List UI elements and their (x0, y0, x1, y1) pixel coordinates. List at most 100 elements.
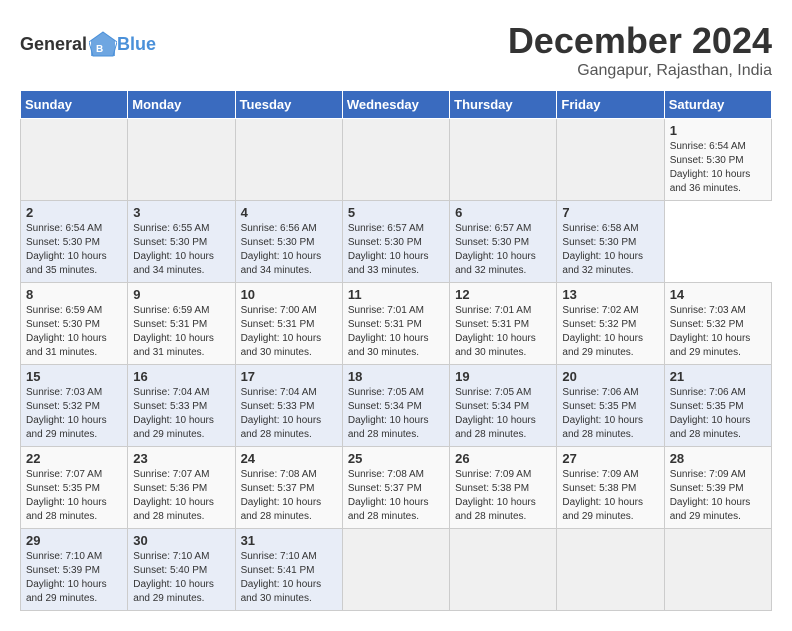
calendar-week-row: 29Sunrise: 7:10 AMSunset: 5:39 PMDayligh… (21, 529, 772, 611)
calendar-day-cell: 27 Sunrise: 7:09 AMSunset: 5:38 PMDayligh… (557, 447, 664, 529)
location: Gangapur, Rajasthan, India (508, 62, 772, 80)
calendar-day-cell: 17Sunrise: 7:04 AMSunset: 5:33 PMDayligh… (235, 365, 342, 447)
day-info: Sunrise: 7:03 AMSunset: 5:32 PMDaylight:… (670, 305, 751, 358)
day-number: 29 (26, 533, 122, 548)
calendar-day-cell (664, 529, 771, 611)
calendar-day-cell: 9 Sunrise: 6:59 AMSunset: 5:31 PMDaylight… (128, 283, 235, 365)
calendar-day-cell: 18Sunrise: 7:05 AMSunset: 5:34 PMDayligh… (342, 365, 449, 447)
day-number: 17 (241, 369, 337, 384)
calendar-day-cell: 13Sunrise: 7:02 AMSunset: 5:32 PMDayligh… (557, 283, 664, 365)
day-info: Sunrise: 6:59 AMSunset: 5:31 PMDaylight:… (133, 305, 214, 358)
day-info: Sunrise: 7:10 AMSunset: 5:40 PMDaylight:… (133, 551, 214, 604)
logo-icon: B (89, 30, 117, 58)
calendar-day-cell: 16 Sunrise: 7:04 AMSunset: 5:33 PMDayligh… (128, 365, 235, 447)
day-info: Sunrise: 7:07 AMSunset: 5:36 PMDaylight:… (133, 469, 214, 522)
day-number: 10 (241, 287, 337, 302)
calendar-day-cell: 30 Sunrise: 7:10 AMSunset: 5:40 PMDayligh… (128, 529, 235, 611)
day-number: 14 (670, 287, 766, 302)
day-info: Sunrise: 7:07 AMSunset: 5:35 PMDaylight:… (26, 469, 107, 522)
calendar-week-row: 15Sunrise: 7:03 AMSunset: 5:32 PMDayligh… (21, 365, 772, 447)
calendar-day-cell: 1 Sunrise: 6:54 AMSunset: 5:30 PMDaylight… (664, 119, 771, 201)
day-number: 5 (348, 205, 444, 220)
calendar-week-row: 22Sunrise: 7:07 AMSunset: 5:35 PMDayligh… (21, 447, 772, 529)
calendar-empty-cell (21, 119, 128, 201)
day-number: 15 (26, 369, 122, 384)
header: General B Blue December 2024 Gangapur, R… (20, 20, 772, 80)
calendar-header-sunday: Sunday (21, 91, 128, 119)
day-number: 16 (133, 369, 229, 384)
day-info: Sunrise: 6:56 AMSunset: 5:30 PMDaylight:… (241, 223, 322, 276)
calendar-day-cell: 12 Sunrise: 7:01 AMSunset: 5:31 PMDayligh… (450, 283, 557, 365)
calendar-header-saturday: Saturday (664, 91, 771, 119)
calendar-day-cell: 7 Sunrise: 6:58 AMSunset: 5:30 PMDaylight… (557, 201, 664, 283)
calendar-day-cell: 6 Sunrise: 6:57 AMSunset: 5:30 PMDaylight… (450, 201, 557, 283)
day-info: Sunrise: 6:54 AMSunset: 5:30 PMDaylight:… (26, 223, 107, 276)
calendar-day-cell: 24 Sunrise: 7:08 AMSunset: 5:37 PMDayligh… (235, 447, 342, 529)
day-info: Sunrise: 7:01 AMSunset: 5:31 PMDaylight:… (455, 305, 536, 358)
day-number: 18 (348, 369, 444, 384)
month-year: December 2024 (508, 20, 772, 62)
calendar-day-cell: 8 Sunrise: 6:59 AMSunset: 5:30 PMDaylight… (21, 283, 128, 365)
calendar-day-cell: 11Sunrise: 7:01 AMSunset: 5:31 PMDayligh… (342, 283, 449, 365)
day-number: 9 (133, 287, 229, 302)
day-number: 28 (670, 451, 766, 466)
day-info: Sunrise: 6:59 AMSunset: 5:30 PMDaylight:… (26, 305, 107, 358)
day-number: 26 (455, 451, 551, 466)
calendar-empty-cell (235, 119, 342, 201)
day-info: Sunrise: 7:08 AMSunset: 5:37 PMDaylight:… (348, 469, 429, 522)
calendar-header-friday: Friday (557, 91, 664, 119)
logo: General B Blue (20, 30, 156, 58)
calendar-week-row: 1 Sunrise: 6:54 AMSunset: 5:30 PMDaylight… (21, 119, 772, 201)
calendar-empty-cell (557, 119, 664, 201)
calendar-header-monday: Monday (128, 91, 235, 119)
logo-text-general: General (20, 34, 87, 55)
calendar-day-cell: 31 Sunrise: 7:10 AMSunset: 5:41 PMDayligh… (235, 529, 342, 611)
title-area: December 2024 Gangapur, Rajasthan, India (508, 20, 772, 80)
day-info: Sunrise: 7:04 AMSunset: 5:33 PMDaylight:… (133, 387, 214, 440)
day-number: 27 (562, 451, 658, 466)
day-number: 31 (241, 533, 337, 548)
calendar-day-cell: 4 Sunrise: 6:56 AMSunset: 5:30 PMDaylight… (235, 201, 342, 283)
calendar-header-wednesday: Wednesday (342, 91, 449, 119)
day-number: 24 (241, 451, 337, 466)
day-number: 12 (455, 287, 551, 302)
day-number: 2 (26, 205, 122, 220)
calendar-day-cell: 21 Sunrise: 7:06 AMSunset: 5:35 PMDayligh… (664, 365, 771, 447)
logo-text-blue: Blue (117, 34, 156, 55)
calendar-week-row: 8 Sunrise: 6:59 AMSunset: 5:30 PMDaylight… (21, 283, 772, 365)
day-number: 21 (670, 369, 766, 384)
calendar-header-tuesday: Tuesday (235, 91, 342, 119)
calendar-day-cell (450, 529, 557, 611)
day-number: 30 (133, 533, 229, 548)
svg-text:B: B (96, 44, 103, 55)
day-number: 4 (241, 205, 337, 220)
calendar-day-cell: 25Sunrise: 7:08 AMSunset: 5:37 PMDayligh… (342, 447, 449, 529)
calendar-day-cell: 5Sunrise: 6:57 AMSunset: 5:30 PMDaylight… (342, 201, 449, 283)
day-info: Sunrise: 7:09 AMSunset: 5:39 PMDaylight:… (670, 469, 751, 522)
calendar-empty-cell (450, 119, 557, 201)
calendar-day-cell: 2 Sunrise: 6:54 AMSunset: 5:30 PMDaylight… (21, 201, 128, 283)
day-number: 7 (562, 205, 658, 220)
day-info: Sunrise: 7:06 AMSunset: 5:35 PMDaylight:… (670, 387, 751, 440)
calendar-empty-cell (342, 119, 449, 201)
day-info: Sunrise: 6:57 AMSunset: 5:30 PMDaylight:… (455, 223, 536, 276)
day-info: Sunrise: 6:58 AMSunset: 5:30 PMDaylight:… (562, 223, 643, 276)
day-number: 1 (670, 123, 766, 138)
day-info: Sunrise: 7:00 AMSunset: 5:31 PMDaylight:… (241, 305, 322, 358)
day-info: Sunrise: 7:09 AMSunset: 5:38 PMDaylight:… (562, 469, 643, 522)
day-info: Sunrise: 7:01 AMSunset: 5:31 PMDaylight:… (348, 305, 429, 358)
calendar-day-cell: 29Sunrise: 7:10 AMSunset: 5:39 PMDayligh… (21, 529, 128, 611)
calendar-day-cell (342, 529, 449, 611)
day-info: Sunrise: 7:02 AMSunset: 5:32 PMDaylight:… (562, 305, 643, 358)
day-info: Sunrise: 7:08 AMSunset: 5:37 PMDaylight:… (241, 469, 322, 522)
day-number: 8 (26, 287, 122, 302)
day-number: 23 (133, 451, 229, 466)
day-number: 6 (455, 205, 551, 220)
calendar-day-cell: 15Sunrise: 7:03 AMSunset: 5:32 PMDayligh… (21, 365, 128, 447)
day-number: 3 (133, 205, 229, 220)
calendar-table: SundayMondayTuesdayWednesdayThursdayFrid… (20, 90, 772, 611)
calendar-header-thursday: Thursday (450, 91, 557, 119)
calendar-day-cell: 14 Sunrise: 7:03 AMSunset: 5:32 PMDayligh… (664, 283, 771, 365)
day-info: Sunrise: 7:10 AMSunset: 5:41 PMDaylight:… (241, 551, 322, 604)
day-info: Sunrise: 6:54 AMSunset: 5:30 PMDaylight:… (670, 141, 751, 194)
